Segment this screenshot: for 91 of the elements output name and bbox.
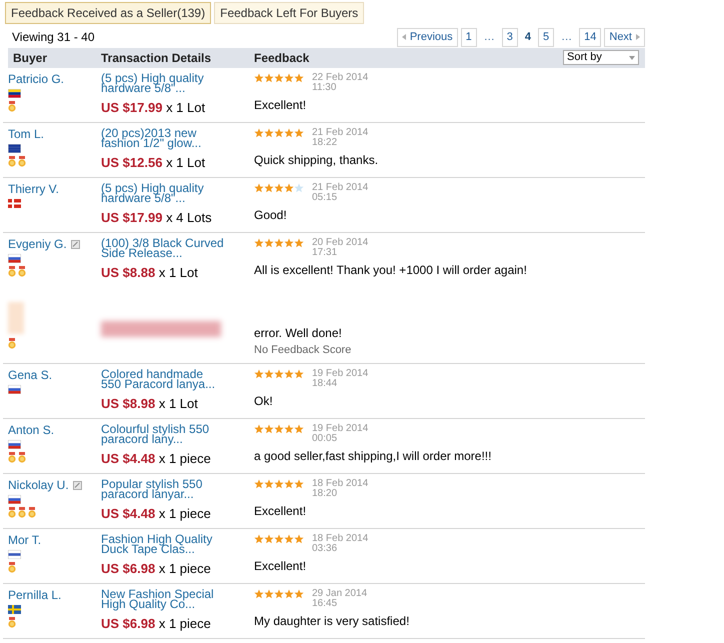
- medal-icon: [18, 452, 26, 462]
- buyer-link[interactable]: Evgeniy G.: [8, 238, 67, 250]
- buyer-link[interactable]: Thierry V.: [8, 182, 59, 196]
- product-link[interactable]: Colourful stylish 550 paracord lany...: [101, 424, 226, 444]
- pagination-ellipsis: …: [560, 30, 574, 45]
- buyer-link[interactable]: Tom L.: [8, 128, 44, 140]
- price-quantity: US $8.98 x 1 Lot: [101, 394, 199, 412]
- feedback-date: 21 Feb 2014: [312, 182, 368, 192]
- feedback-text: Good!: [254, 206, 288, 224]
- feedback-date: 19 Feb 2014: [312, 368, 368, 378]
- page-button[interactable]: 3: [502, 28, 518, 46]
- medal-icon: [8, 338, 16, 348]
- feedback-text: error. Well done!: [254, 325, 343, 342]
- product-link[interactable]: Fashion High Quality Duck Tape Clas...: [101, 534, 226, 554]
- feedback-text: Excellent!: [254, 502, 308, 520]
- pagination-ellipsis: …: [482, 30, 496, 45]
- buyer-link[interactable]: Nickolay U.: [8, 478, 69, 492]
- medal-icon: [8, 156, 16, 166]
- medal-icon: [8, 506, 16, 518]
- feedback-date: 20 Feb 2014: [312, 238, 368, 248]
- feedback-time: 11:30: [312, 82, 338, 92]
- product-link[interactable]: Colored handmade 550 Paracord lanya...: [101, 368, 226, 388]
- feedback-date: 18 Feb 2014: [312, 534, 368, 544]
- medal-icon: [18, 266, 26, 276]
- feedback-date: 21 Feb 2014: [312, 128, 368, 138]
- column-header: Feedback: [254, 50, 310, 66]
- medal-icon: [28, 506, 36, 518]
- feedback-date: 29 Jan 2014: [312, 588, 368, 598]
- tab[interactable]: Feedback Received as a Seller(139): [5, 2, 212, 24]
- feedback-time: 00:05: [312, 434, 338, 444]
- message-icon[interactable]: [72, 480, 82, 490]
- medal-icon: [8, 266, 16, 276]
- feedback-date: 18 Feb 2014: [312, 478, 368, 488]
- page-button[interactable]: 5: [538, 28, 554, 46]
- buyer-link[interactable]: Gena S.: [8, 368, 52, 382]
- product-link[interactable]: (20 pcs)2013 new fashion 1/2" glow...: [101, 128, 226, 148]
- medal-icon: [18, 156, 26, 166]
- price-quantity: US $4.48 x 1 piece: [101, 504, 212, 523]
- feedback-text: a good seller,fast shipping,I will order more!!!: [254, 448, 492, 464]
- feedback-score-note: No Feedback Score: [254, 343, 352, 358]
- price-quantity: US $8.88 x 1 Lot: [101, 264, 199, 282]
- medal-icon: [8, 452, 16, 462]
- price-quantity: US $17.99 x 4 Lots: [101, 208, 213, 226]
- dropdown-arrow-icon: [629, 56, 635, 60]
- price-quantity: US $6.98 x 1 piece: [101, 560, 212, 578]
- medal-icon: [8, 562, 16, 572]
- buyer-link[interactable]: Anton S.: [8, 424, 54, 436]
- product-link[interactable]: Popular stylish 550 paracord lanyar...: [101, 478, 226, 498]
- medal-icon: [8, 100, 16, 112]
- buyer-link[interactable]: Patricio G.: [8, 72, 64, 86]
- product-link[interactable]: (5 pcs) High quality hardware 5/8"...: [101, 72, 226, 92]
- tab[interactable]: Feedback Left For Buyers: [214, 2, 364, 24]
- feedback-time: 18:22: [312, 138, 338, 148]
- feedback-time: 17:31: [312, 248, 338, 258]
- page-button[interactable]: 4: [520, 29, 535, 46]
- feedback-text: Excellent!: [254, 558, 308, 574]
- feedback-text: My daughter is very satisfied!: [254, 612, 410, 630]
- medal-icon: [18, 506, 26, 518]
- blurred-area: [8, 302, 24, 334]
- left-arrow-icon: [402, 34, 406, 40]
- price-quantity: US $6.98 x 1 piece: [101, 614, 212, 633]
- feedback-date: 22 Feb 2014: [312, 72, 368, 82]
- viewing-range: Viewing 31 - 40: [12, 29, 94, 46]
- previous-button[interactable]: Previous: [396, 28, 458, 46]
- price-quantity: US $4.48 x 1 piece: [101, 450, 212, 468]
- product-link[interactable]: (5 pcs) High quality hardware 5/8"...: [101, 182, 226, 202]
- buyer-link[interactable]: Mor T.: [8, 534, 42, 546]
- feedback-time: 16:45: [312, 598, 338, 608]
- feedback-text: All is excellent! Thank you! +1000 I will order again!: [254, 262, 528, 278]
- sort-dropdown[interactable]: Sort by: [563, 50, 639, 65]
- product-link[interactable]: New Fashion Special High Quality Co...: [101, 588, 226, 608]
- medal-icon: [8, 616, 16, 628]
- price-quantity: US $17.99 x 1 Lot: [101, 98, 206, 116]
- feedback-time: 18:44: [312, 378, 338, 388]
- product-link[interactable]: (100) 3/8 Black Curved Side Release...: [101, 238, 226, 258]
- feedback-text: Ok!: [254, 392, 274, 410]
- column-header: Transaction Details: [101, 50, 212, 66]
- feedback-date: 19 Feb 2014: [312, 424, 368, 434]
- feedback-time: 03:36: [312, 544, 338, 554]
- feedback-text: Excellent!: [254, 96, 308, 114]
- price-quantity: US $12.56 x 1 Lot: [101, 154, 206, 172]
- message-icon[interactable]: [70, 240, 80, 248]
- feedback-text: Quick shipping, thanks.: [254, 152, 380, 168]
- buyer-link[interactable]: Pernilla L.: [8, 588, 62, 602]
- page-button[interactable]: 14: [579, 28, 602, 46]
- right-arrow-icon: [636, 34, 640, 40]
- column-header: Buyer: [13, 50, 48, 66]
- feedback-time: 05:15: [312, 192, 338, 202]
- next-button[interactable]: Next: [604, 28, 645, 46]
- feedback-time: 18:20: [312, 488, 338, 498]
- page-button[interactable]: 1: [460, 28, 477, 46]
